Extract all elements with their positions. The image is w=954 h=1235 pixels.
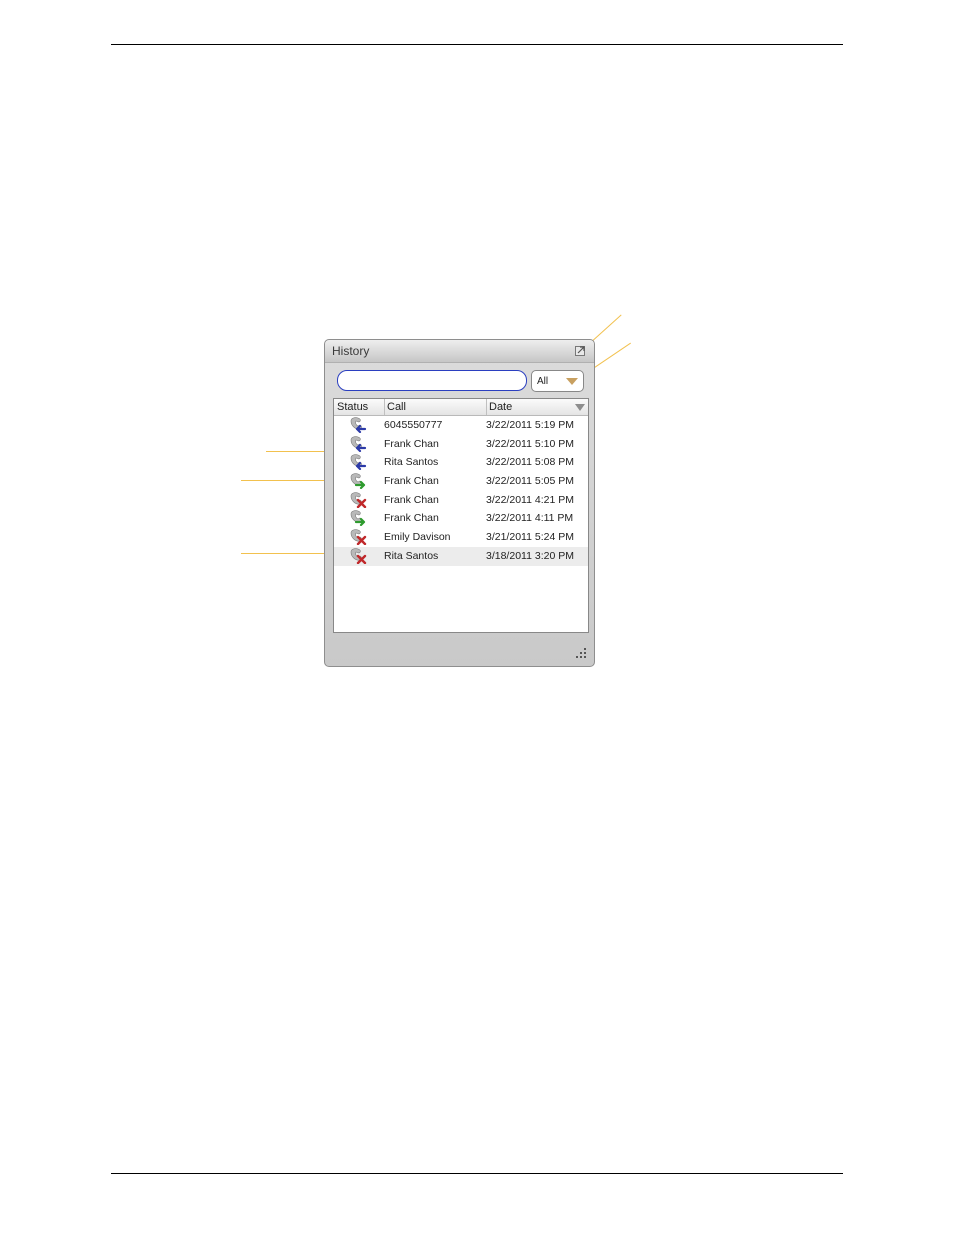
call-date: 3/22/2011 4:11 PM	[486, 512, 574, 525]
history-window: History All Status Call Date 6045550777 3…	[324, 339, 595, 667]
sort-descending-icon[interactable]	[575, 404, 585, 411]
column-header-row: Status Call Date	[334, 399, 588, 416]
column-header-status[interactable]: Status	[337, 400, 368, 414]
missed-call-icon	[350, 548, 367, 564]
search-input[interactable]	[337, 370, 527, 391]
table-row[interactable]: Frank Chan 3/22/2011 5:05 PM	[334, 472, 588, 491]
chevron-down-icon	[566, 378, 578, 385]
call-history-list: Status Call Date 6045550777 3/22/2011 5:1…	[333, 398, 589, 633]
call-name: Frank Chan	[384, 512, 439, 525]
call-name: Frank Chan	[384, 437, 439, 450]
table-row[interactable]: Frank Chan 3/22/2011 5:10 PM	[334, 435, 588, 454]
call-name: 6045550777	[384, 419, 443, 431]
column-header-call[interactable]: Call	[387, 400, 406, 414]
column-header-date[interactable]: Date	[489, 400, 512, 414]
page-header-rule	[111, 44, 843, 45]
table-row[interactable]: 6045550777 3/22/2011 5:19 PM	[334, 416, 588, 435]
call-date: 3/22/2011 5:19 PM	[486, 419, 574, 431]
resize-grip-icon[interactable]	[575, 647, 587, 659]
incoming-call-icon	[350, 510, 366, 527]
outgoing-call-icon	[350, 417, 367, 433]
call-date: 3/22/2011 5:10 PM	[486, 437, 574, 450]
call-date: 3/22/2011 5:08 PM	[486, 456, 574, 469]
call-name: Frank Chan	[384, 475, 439, 488]
call-date: 3/22/2011 4:21 PM	[486, 493, 574, 506]
call-name: Frank Chan	[384, 493, 439, 506]
call-date: 3/22/2011 5:05 PM	[486, 475, 574, 488]
filter-dropdown[interactable]: All	[531, 370, 584, 392]
outgoing-call-icon	[350, 436, 367, 452]
table-row[interactable]: Emily Davison 3/21/2011 5:24 PM	[334, 528, 588, 547]
incoming-call-icon	[350, 473, 366, 490]
missed-call-icon	[350, 529, 367, 546]
table-row[interactable]: Rita Santos 3/18/2011 3:20 PM	[334, 546, 588, 566]
call-date: 3/21/2011 5:24 PM	[486, 531, 574, 544]
window-title: History	[332, 344, 370, 358]
missed-call-icon	[350, 492, 367, 508]
table-row[interactable]: Frank Chan 3/22/2011 4:21 PM	[334, 491, 588, 510]
call-name: Emily Davison	[384, 531, 451, 544]
call-date: 3/18/2011 3:20 PM	[486, 549, 574, 562]
title-bar: History	[325, 340, 594, 363]
filter-selected-value: All	[537, 376, 549, 387]
outgoing-call-icon	[350, 454, 367, 471]
page-footer-rule	[111, 1173, 843, 1174]
table-row[interactable]: Frank Chan 3/22/2011 4:11 PM	[334, 509, 588, 528]
call-name: Rita Santos	[384, 549, 439, 562]
popout-icon[interactable]	[575, 345, 586, 356]
call-name: Rita Santos	[384, 456, 439, 469]
table-row[interactable]: Rita Santos 3/22/2011 5:08 PM	[334, 453, 588, 472]
